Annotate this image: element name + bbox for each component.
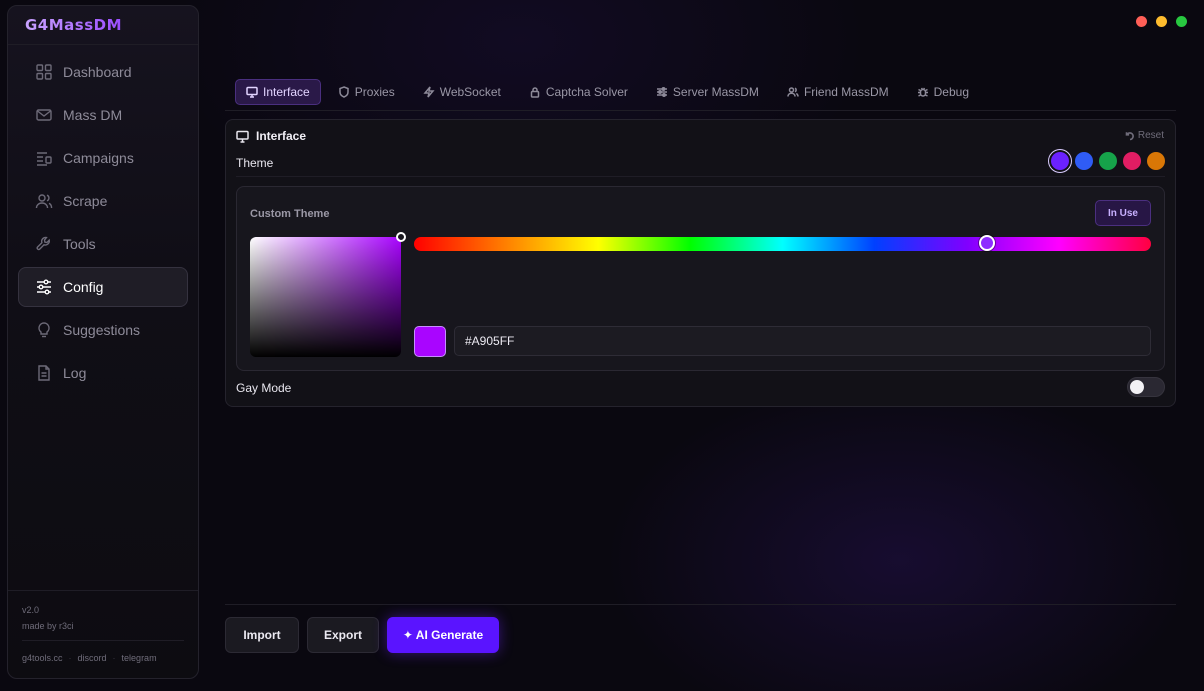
theme-swatch-orange[interactable]: [1147, 152, 1165, 170]
saturation-picker-handle[interactable]: [396, 232, 406, 242]
tab-label: Friend MassDM: [803, 85, 889, 99]
sidebar-item-scrape[interactable]: Scrape: [18, 181, 188, 221]
tab-proxies[interactable]: Proxies: [327, 79, 406, 105]
tab-label: WebSocket: [439, 85, 501, 99]
link-website[interactable]: g4tools.cc: [22, 653, 63, 663]
lock-icon: [530, 87, 540, 98]
users-icon: [787, 87, 799, 97]
monitor-icon: [246, 86, 258, 98]
sidebar-item-label: Suggestions: [63, 322, 141, 338]
sidebar-item-label: Campaigns: [63, 150, 134, 166]
grid-icon: [35, 63, 53, 81]
sidebar-item-label: Log: [63, 365, 87, 381]
app-logo: G4MassDM: [25, 16, 123, 34]
sidebar-divider: [8, 44, 198, 45]
in-use-button[interactable]: In Use: [1094, 200, 1151, 226]
actions-divider: [225, 604, 1176, 605]
sidebar: G4MassDM Dashboard Mass DM Campaigns Scr…: [7, 5, 199, 679]
file-icon: [35, 364, 53, 382]
tab-friend-massdm[interactable]: Friend MassDM: [776, 79, 900, 105]
sidebar-item-config[interactable]: Config: [18, 267, 188, 307]
users-icon: [35, 192, 53, 210]
theme-label: Theme: [236, 156, 274, 170]
custom-theme-card: Custom Theme In Use: [236, 186, 1165, 371]
sidebar-item-dashboard[interactable]: Dashboard: [18, 52, 188, 92]
window-minimize-button[interactable]: [1156, 16, 1167, 27]
bug-icon: [917, 87, 928, 97]
panel-header: Interface: [236, 129, 306, 143]
reset-icon: [1125, 131, 1134, 140]
bulb-icon: [35, 321, 53, 339]
list-icon: [35, 149, 53, 167]
gay-mode-label: Gay Mode: [236, 381, 292, 395]
tab-server-massdm[interactable]: Server MassDM: [645, 79, 770, 105]
monitor-icon: [236, 130, 249, 143]
window-close-button[interactable]: [1136, 16, 1147, 27]
theme-swatch-pink[interactable]: [1123, 152, 1141, 170]
import-button[interactable]: Import: [225, 617, 299, 653]
reset-label: Reset: [1137, 130, 1164, 141]
sliders-icon: [35, 278, 53, 296]
hue-slider[interactable]: [414, 235, 1151, 251]
theme-swatch-green[interactable]: [1099, 152, 1117, 170]
interface-panel: Interface Reset Theme Custom Theme In Us…: [225, 119, 1176, 407]
color-preview: [414, 326, 446, 357]
sidebar-item-tools[interactable]: Tools: [18, 224, 188, 264]
ai-generate-button[interactable]: ✦ AI Generate: [387, 617, 499, 653]
tab-label: Debug: [933, 85, 969, 99]
tab-interface[interactable]: Interface: [235, 79, 321, 105]
tab-label: Proxies: [354, 85, 395, 99]
panel-title: Interface: [256, 129, 307, 143]
wrench-icon: [35, 235, 53, 253]
custom-theme-title: Custom Theme: [250, 208, 330, 220]
tab-debug[interactable]: Debug: [906, 79, 980, 105]
sidebar-item-label: Dashboard: [63, 64, 132, 80]
sidebar-item-mass-dm[interactable]: Mass DM: [18, 95, 188, 135]
sidebar-links: g4tools.cc · discord · telegram: [22, 653, 157, 663]
app-author: made by r3ci: [22, 621, 74, 631]
link-separator: ·: [112, 653, 116, 663]
link-discord[interactable]: discord: [78, 653, 107, 663]
tab-websocket[interactable]: WebSocket: [412, 79, 512, 105]
sidebar-footer-divider: [8, 590, 198, 591]
shield-icon: [338, 86, 349, 98]
sliders-icon: [656, 87, 667, 97]
link-separator: ·: [68, 653, 72, 663]
window-controls: [1136, 16, 1187, 27]
gay-mode-toggle[interactable]: [1127, 377, 1165, 397]
reset-button[interactable]: Reset: [1125, 130, 1164, 141]
sidebar-item-campaigns[interactable]: Campaigns: [18, 138, 188, 178]
sidebar-nav: Dashboard Mass DM Campaigns Scrape Tools…: [18, 52, 188, 396]
tab-label: Server MassDM: [672, 85, 759, 99]
sidebar-item-label: Mass DM: [63, 107, 123, 123]
config-tabs: Interface Proxies WebSocket Captcha Solv…: [235, 79, 980, 105]
window-maximize-button[interactable]: [1176, 16, 1187, 27]
sidebar-item-label: Scrape: [63, 193, 108, 209]
sidebar-item-suggestions[interactable]: Suggestions: [18, 310, 188, 350]
tab-label: Interface: [263, 85, 310, 99]
tab-label: Captcha Solver: [545, 85, 628, 99]
sidebar-item-label: Tools: [63, 236, 96, 252]
theme-swatch-blue[interactable]: [1075, 152, 1093, 170]
sidebar-item-log[interactable]: Log: [18, 353, 188, 393]
link-telegram[interactable]: telegram: [122, 653, 157, 663]
toggle-knob: [1130, 380, 1144, 394]
theme-swatch-purple[interactable]: [1051, 152, 1069, 170]
tab-captcha-solver[interactable]: Captcha Solver: [518, 79, 639, 105]
theme-divider: [236, 176, 1165, 177]
tabs-divider: [225, 110, 1176, 111]
theme-swatches: [1051, 152, 1165, 170]
app-version: v2.0: [22, 605, 40, 615]
hex-color-input[interactable]: [454, 326, 1151, 356]
sidebar-links-divider: [22, 640, 184, 641]
export-button[interactable]: Export: [307, 617, 379, 653]
hue-slider-handle[interactable]: [978, 235, 995, 251]
sidebar-item-label: Config: [63, 279, 104, 295]
saturation-picker[interactable]: [250, 232, 406, 357]
bolt-icon: [423, 86, 435, 98]
mail-icon: [35, 106, 53, 124]
